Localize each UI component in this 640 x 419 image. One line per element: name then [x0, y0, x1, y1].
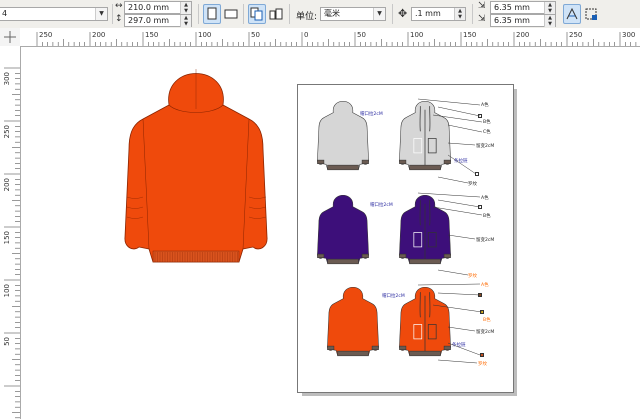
duplicate-x-value: 6.35 mm	[494, 3, 530, 12]
nudge-distance-value: .1 mm	[415, 9, 441, 18]
current-page-icon	[269, 8, 283, 20]
horizontal-ruler-ticks: 250 200 150 100 50 0 50 100 150 200 250 300	[36, 31, 637, 46]
ruler-label: 250	[569, 31, 582, 39]
separator	[243, 4, 244, 24]
nudge-icon: ✥	[398, 7, 408, 20]
ruler-origin-icon	[4, 31, 16, 43]
separator	[289, 4, 290, 24]
landscape-icon	[224, 9, 238, 19]
page-width-value: 210.0 mm	[128, 3, 170, 12]
vertical-ruler-ticks: 300 250 200 150 100 50	[3, 67, 20, 419]
chevron-down-icon[interactable]: ▼	[373, 8, 385, 20]
ruler-label: 0	[304, 31, 308, 39]
page-height-icon: ↕	[115, 14, 123, 24]
vertical-ruler[interactable]: 300 250 200 150 100 50	[0, 46, 21, 419]
units-icon	[566, 7, 578, 20]
treat-as-filled-icon	[585, 8, 597, 20]
ruler-label: 50	[251, 31, 260, 39]
duplicate-x-icon: ⇲	[478, 1, 486, 11]
ruler-label: 250	[3, 125, 11, 138]
separator	[198, 4, 199, 24]
property-bar: 4 ▼ ↔ 210.0 mm ▲ ▼ ↕ 297.0 mm ▲ ▼ 单位: 毫米 ▼…	[0, 0, 640, 29]
spinner-icon[interactable]: ▲ ▼	[544, 2, 555, 14]
treat-as-filled-button[interactable]	[582, 4, 600, 24]
page-width-icon: ↔	[115, 1, 123, 11]
unit-select[interactable]: 毫米 ▼	[320, 7, 386, 21]
current-page-button[interactable]	[267, 4, 285, 24]
drawing-canvas[interactable]: 帽口拉2cM A色 B色 C色 留变2cM 条拉链 罗纹 帽口拉2cM A色 B…	[21, 47, 640, 419]
ruler-label: 300	[622, 31, 635, 39]
ruler-label: 200	[92, 31, 105, 39]
chevron-down-icon[interactable]: ▼	[95, 8, 107, 20]
portrait-icon	[207, 7, 217, 20]
ruler-label: 50	[3, 337, 11, 346]
ruler-label: 250	[39, 31, 52, 39]
leader-lines	[417, 98, 483, 364]
font-size-combo[interactable]: 4 ▼	[0, 7, 108, 21]
ruler-label: 50	[357, 31, 366, 39]
spinner-icon[interactable]: ▲ ▼	[180, 15, 191, 27]
page-height-field[interactable]: 297.0 mm ▲ ▼	[124, 14, 192, 27]
portrait-button[interactable]	[203, 4, 221, 24]
spinner-icon[interactable]: ▲ ▼	[454, 8, 465, 20]
separator	[392, 4, 393, 24]
ruler-label: 100	[410, 31, 423, 39]
spinner-icon[interactable]: ▲ ▼	[180, 2, 191, 14]
ruler-label: 200	[516, 31, 529, 39]
landscape-button[interactable]	[222, 4, 240, 24]
all-pages-button[interactable]	[248, 4, 266, 24]
unit-value: 毫米	[324, 9, 340, 18]
ruler-label: 150	[145, 31, 158, 39]
page-sheet[interactable]: 帽口拉2cM A色 B色 C色 留变2cM 条拉链 罗纹 帽口拉2cM A色 B…	[297, 84, 514, 393]
duplicate-y-icon: ⇲	[478, 14, 486, 24]
spinner-icon[interactable]: ▲ ▼	[544, 15, 555, 27]
unit-label: 单位:	[296, 12, 318, 22]
separator	[472, 4, 473, 24]
ruler-label: 150	[3, 231, 11, 244]
ruler-origin[interactable]	[0, 28, 21, 47]
horizontal-ruler[interactable]: 250 200 150 100 50 0 50 100 150 200 250 300	[20, 28, 640, 47]
ruler-label: 100	[3, 284, 11, 297]
font-size-value: 4	[2, 9, 8, 18]
duplicate-y-field[interactable]: 6.35 mm ▲ ▼	[490, 14, 556, 27]
ruler-label: 200	[3, 178, 11, 191]
nudge-distance-field[interactable]: .1 mm ▲ ▼	[411, 7, 466, 21]
ruler-label: 300	[3, 72, 11, 85]
units-button[interactable]	[563, 4, 581, 24]
duplicate-y-value: 6.35 mm	[494, 16, 530, 25]
page-height-value: 297.0 mm	[128, 16, 170, 25]
ruler-label: 150	[463, 31, 476, 39]
separator	[112, 4, 113, 24]
hoodie-back-large[interactable]	[121, 57, 271, 272]
duplicate-x-field[interactable]: 6.35 mm ▲ ▼	[490, 1, 556, 14]
page-width-field[interactable]: 210.0 mm ▲ ▼	[124, 1, 192, 14]
all-pages-icon	[250, 7, 263, 21]
ruler-label: 100	[198, 31, 211, 39]
